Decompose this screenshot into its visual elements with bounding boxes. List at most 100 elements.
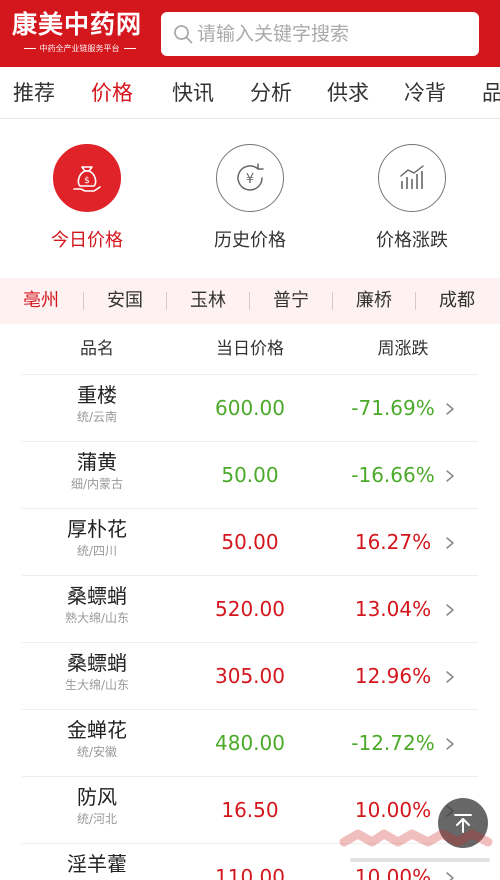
- price-table-header: 品名 当日价格 周涨跌: [0, 324, 500, 374]
- feature-history-price[interactable]: ¥ 历史价格: [190, 144, 310, 252]
- chevron-right-icon: [446, 604, 454, 616]
- region-chengdu[interactable]: 成都: [422, 278, 492, 324]
- item-price: 600.00: [215, 396, 285, 420]
- item-price: 480.00: [215, 731, 285, 755]
- item-cell: 淫羊藿: [22, 850, 172, 878]
- item-change: -12.72%: [351, 731, 435, 755]
- region-divider: [249, 292, 250, 310]
- item-spec: 统/云南: [76, 410, 118, 424]
- chevron-right-icon: [446, 872, 454, 880]
- table-row[interactable]: 重楼统/云南 600.00 -71.69%: [22, 374, 478, 441]
- region-bozhou[interactable]: 亳州: [6, 278, 76, 324]
- region-divider: [83, 292, 84, 310]
- feature-today-label: 今日价格: [51, 230, 123, 251]
- site-logo[interactable]: 康美中药网 中药全产业链服务平台: [12, 9, 147, 57]
- item-name: 金蝉花: [67, 718, 127, 742]
- tab-supply[interactable]: 供求: [327, 67, 369, 118]
- item-name: 桑螵蛸: [67, 584, 127, 608]
- item-change: 10.00%: [354, 798, 432, 822]
- header-name: 品名: [80, 339, 114, 359]
- table-row[interactable]: 金蝉花统/安徽 480.00 -12.72%: [22, 709, 478, 776]
- region-yulin[interactable]: 玉林: [173, 278, 243, 324]
- feature-today-circle: $: [53, 144, 121, 212]
- item-name: 厚朴花: [67, 517, 127, 541]
- feature-change-label: 价格涨跌: [376, 230, 448, 251]
- item-cell: 厚朴花统/四川: [22, 515, 172, 559]
- item-change: 16.27%: [354, 530, 432, 554]
- table-row[interactable]: 厚朴花统/四川 50.00 16.27%: [22, 508, 478, 575]
- logo-title: 康美中药网: [12, 10, 143, 39]
- chevron-right-icon: [446, 537, 454, 549]
- tab-recommend[interactable]: 推荐: [13, 67, 55, 118]
- item-spec: 熟大绵/山东: [64, 611, 130, 625]
- feature-history-label: 历史价格: [214, 230, 286, 251]
- tab-news[interactable]: 快讯: [172, 67, 214, 118]
- table-row[interactable]: 桑螵蛸生大绵/山东 305.00 12.96%: [22, 642, 478, 709]
- table-row[interactable]: 防风统/河北 16.50 10.00%: [22, 776, 478, 843]
- chevron-right-icon: [446, 403, 454, 415]
- item-spec: 统/河北: [76, 812, 118, 826]
- item-spec: 细/内蒙古: [70, 477, 124, 491]
- item-spec: 统/四川: [76, 544, 118, 558]
- region-puning[interactable]: 普宁: [256, 278, 326, 324]
- item-price: 520.00: [215, 597, 285, 621]
- table-row[interactable]: 桑螵蛸熟大绵/山东 520.00 13.04%: [22, 575, 478, 642]
- tab-price[interactable]: 价格: [91, 67, 133, 118]
- item-change: 13.04%: [354, 597, 432, 621]
- item-spec: 生大绵/山东: [64, 678, 130, 692]
- search-input[interactable]: [197, 12, 467, 56]
- region-divider: [332, 292, 333, 310]
- item-change: -71.69%: [351, 396, 435, 420]
- item-price: 50.00: [221, 530, 279, 554]
- item-price: 16.50: [221, 798, 279, 822]
- yuan-history-icon: ¥: [237, 163, 264, 191]
- chevron-right-icon: [446, 470, 454, 482]
- item-cell: 蒲黄细/内蒙古: [22, 448, 172, 492]
- price-features: $ 今日价格 ¥ 历史价格 价格涨跌: [0, 120, 500, 278]
- table-row[interactable]: 蒲黄 细/内蒙古 50.00 -16.66%: [22, 441, 478, 508]
- feature-change-circle: [378, 144, 446, 212]
- region-divider: [166, 292, 167, 310]
- header-change: 周涨跌: [377, 339, 429, 359]
- tab-analysis[interactable]: 分析: [250, 67, 292, 118]
- item-name: 桑螵蛸: [67, 651, 127, 675]
- feature-history-circle: ¥: [216, 144, 284, 212]
- region-tabs: 亳州 安国 玉林 普宁 廉桥 成都: [0, 278, 500, 324]
- region-anguo[interactable]: 安国: [90, 278, 160, 324]
- feature-today-price[interactable]: $ 今日价格: [27, 144, 147, 252]
- item-cell: 金蝉花统/安徽: [22, 716, 172, 760]
- logo-subtitle: 中药全产业链服务平台: [12, 43, 147, 55]
- svg-text:$: $: [84, 176, 90, 186]
- svg-text:¥: ¥: [246, 172, 254, 187]
- search-icon: [174, 25, 193, 44]
- tab-variety[interactable]: 品: [482, 67, 500, 118]
- region-divider: [415, 292, 416, 310]
- item-price: 305.00: [215, 664, 285, 688]
- item-name: 淫羊藿: [67, 852, 127, 876]
- search-box[interactable]: [161, 12, 479, 56]
- feature-price-change[interactable]: 价格涨跌: [352, 144, 472, 252]
- bar-trend-icon: [400, 165, 424, 189]
- table-row[interactable]: 淫羊藿 110.00 10.00%: [22, 843, 478, 880]
- region-lianqiao[interactable]: 廉桥: [339, 278, 409, 324]
- tab-unpopular[interactable]: 冷背: [404, 67, 446, 118]
- item-cell: 重楼统/云南: [22, 381, 172, 425]
- item-change: 10.00%: [354, 865, 432, 880]
- item-name: 蒲黄: [77, 450, 117, 474]
- arrow-up-icon: [454, 814, 472, 833]
- header-price: 当日价格: [216, 339, 284, 359]
- item-cell: 防风统/河北: [22, 783, 172, 827]
- item-price: 110.00: [215, 865, 285, 880]
- item-name: 重楼: [77, 383, 117, 407]
- category-nav: 推荐 价格 快讯 分析 供求 冷背 品: [0, 67, 500, 119]
- item-cell: 桑螵蛸熟大绵/山东: [22, 582, 172, 626]
- item-spec: 统/安徽: [76, 745, 118, 759]
- app-header: 康美中药网 中药全产业链服务平台: [0, 0, 500, 67]
- item-change: -16.66%: [351, 463, 435, 487]
- item-name: 防风: [77, 785, 117, 809]
- chevron-right-icon: [446, 671, 454, 683]
- chevron-right-icon: [446, 738, 454, 750]
- money-bag-icon: $: [73, 166, 101, 192]
- item-change: 12.96%: [354, 664, 432, 688]
- scroll-top-button[interactable]: [438, 798, 488, 848]
